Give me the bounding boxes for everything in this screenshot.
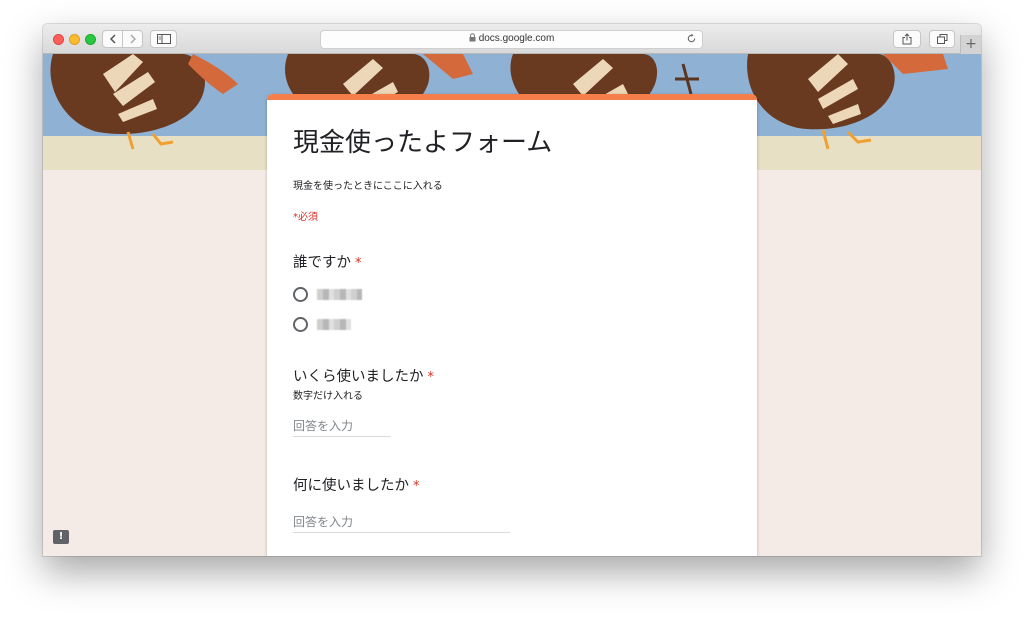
reload-icon[interactable] — [686, 33, 697, 44]
radio-button[interactable] — [293, 287, 308, 302]
purpose-answer-input[interactable] — [293, 515, 510, 533]
share-icon — [902, 33, 912, 45]
question-title-who: 誰ですか * — [293, 251, 362, 272]
form-description: 現金を使ったときにここに入れる — [293, 181, 443, 192]
address-bar[interactable]: docs.google.com — [320, 30, 703, 49]
question-title-text: 何に使いましたか — [293, 478, 409, 494]
question-title-text: 誰ですか — [293, 255, 351, 271]
zoom-window-button[interactable] — [85, 34, 96, 45]
forward-button[interactable] — [122, 30, 143, 48]
form-title: 現金使ったよフォーム — [293, 128, 553, 158]
share-button[interactable] — [893, 30, 921, 48]
close-window-button[interactable] — [53, 34, 64, 45]
chevron-left-icon — [109, 34, 116, 44]
feedback-icon: ! — [58, 531, 64, 542]
radio-option-label-redacted: ■■■■ — [317, 289, 362, 300]
back-button[interactable] — [102, 30, 123, 48]
sidebar-toggle-button[interactable] — [150, 30, 177, 48]
form-accent-bar — [267, 94, 757, 100]
tabs-overview-button[interactable] — [929, 30, 955, 48]
question-title-amount: いくら使いましたか * — [293, 365, 434, 386]
radio-button[interactable] — [293, 317, 308, 332]
report-feedback-button[interactable]: ! — [53, 530, 69, 544]
required-asterisk: * — [355, 256, 362, 271]
new-tab-button[interactable]: + — [960, 35, 981, 54]
minimize-window-button[interactable] — [69, 34, 80, 45]
tabs-icon — [936, 34, 947, 44]
address-text-wrap: docs.google.com — [321, 33, 702, 44]
address-text: docs.google.com — [478, 33, 555, 44]
required-note: *必須 — [293, 212, 318, 223]
amount-answer-input[interactable] — [293, 419, 391, 437]
browser-toolbar: docs.google.com + — [43, 24, 981, 54]
question-title-purpose: 何に使いましたか * — [293, 474, 420, 495]
question-title-text: いくら使いましたか — [293, 369, 424, 385]
required-asterisk: * — [427, 370, 435, 385]
sidebar-icon — [156, 34, 171, 44]
lock-icon — [469, 33, 476, 42]
question-help-text: 数字だけ入れる — [293, 391, 363, 402]
chevron-right-icon — [129, 34, 136, 44]
required-asterisk: * — [413, 479, 420, 494]
form-card: 現金使ったよフォーム 現金を使ったときにここに入れる *必須 誰ですか * ■■■… — [267, 94, 757, 556]
radio-option-label-redacted: ■■■ — [317, 319, 351, 330]
browser-window: docs.google.com + 現金使ったよフォーム 現金を使ったときにここ… — [43, 24, 981, 556]
navigation-buttons — [102, 30, 143, 48]
